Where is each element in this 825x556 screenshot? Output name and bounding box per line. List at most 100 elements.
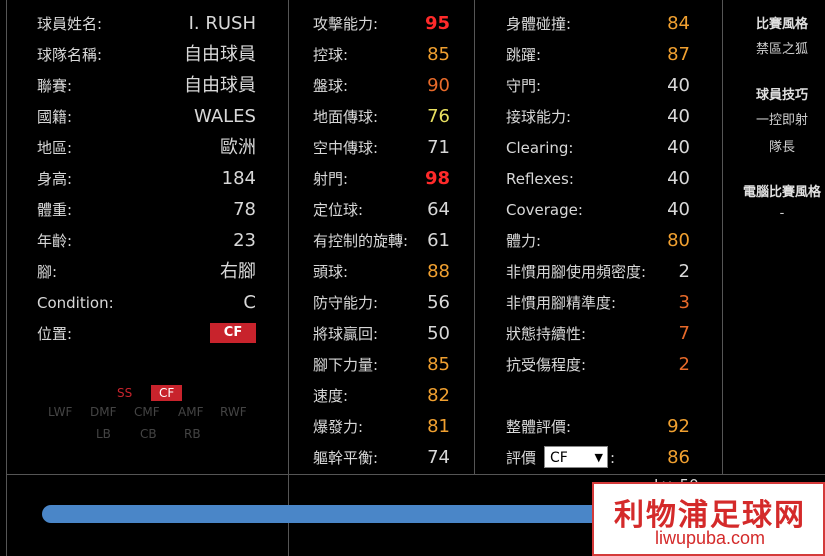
profile-value: 23 [233, 230, 256, 251]
stat-value: 40 [667, 168, 690, 189]
watermark-url: liwupuba.com [654, 528, 766, 548]
overall-label: 整體評價: [506, 418, 572, 436]
mini-position: CB [140, 427, 157, 441]
stat-value: 40 [667, 106, 690, 127]
stat-value: 76 [427, 106, 450, 127]
stat-row: 非慣用腳精準度: 3 [506, 292, 690, 314]
stat-label: 速度: [313, 387, 349, 405]
profile-label: 年齡: [37, 232, 73, 250]
watermark-logo: 利物浦足球网 liwupuba.com [592, 482, 825, 556]
stat-label: 非慣用腳使用頻密度: [506, 263, 647, 281]
stat-value: 90 [427, 75, 450, 96]
divider [6, 0, 7, 556]
stat-row: 防守能力: 56 [313, 292, 450, 314]
stat-label: 防守能力: [313, 294, 379, 312]
stat-value: 85 [427, 44, 450, 65]
stat-row: 非慣用腳使用頻密度: 2 [506, 261, 690, 283]
stat-row: 爆發力: 81 [313, 416, 450, 438]
profile-label: 地區: [37, 139, 73, 157]
stat-row: 攻擊能力: 95 [313, 13, 450, 35]
stat-label: 盤球: [313, 77, 349, 95]
stat-row: 盤球: 90 [313, 75, 450, 97]
position-badge: CF [210, 323, 256, 343]
stat-row: 接球能力: 40 [506, 106, 690, 128]
stat-label: 攻擊能力: [313, 15, 379, 33]
stat-value: 3 [678, 292, 690, 313]
profile-row: Condition: C [37, 292, 256, 314]
profile-label: 國籍: [37, 108, 73, 126]
stat-value: 71 [427, 137, 450, 158]
profile-value: C [243, 292, 256, 313]
stat-label: Clearing: [506, 139, 574, 157]
stat-value: 95 [424, 13, 450, 34]
stat-label: 將球贏回: [313, 325, 379, 343]
stat-value: 50 [427, 323, 450, 344]
stat-label: 軀幹平衡: [313, 449, 379, 467]
profile-label: 球隊名稱: [37, 46, 103, 64]
stat-row: 狀態持續性: 7 [506, 323, 690, 345]
profile-row: 聯賽: 自由球員 [37, 75, 256, 97]
divider [288, 0, 289, 474]
stat-value: 56 [427, 292, 450, 313]
profile-label: 球員姓名: [37, 15, 103, 33]
stat-row: 空中傳球: 71 [313, 137, 450, 159]
rating-position-select[interactable]: CF ▼ [544, 446, 608, 468]
mini-position: CMF [134, 405, 160, 419]
stat-row: 速度: 82 [313, 385, 450, 407]
mini-position: DMF [90, 405, 117, 419]
stat-row: 定位球: 64 [313, 199, 450, 221]
mini-position-ss: SS [117, 386, 133, 400]
profile-row: 身高: 184 [37, 168, 256, 190]
stat-label: 守門: [506, 77, 542, 95]
profile-label: Condition: [37, 294, 114, 312]
stat-label: 身體碰撞: [506, 15, 572, 33]
mini-position: LB [96, 427, 111, 441]
position-label: 位置: [37, 325, 73, 343]
stat-row: 控球: 85 [313, 44, 450, 66]
stat-row: Reflexes: 40 [506, 168, 690, 190]
profile-value: 自由球員 [184, 44, 256, 65]
profile-value: 自由球員 [184, 75, 256, 96]
level-progress-bar [42, 505, 662, 523]
profile-row: 球隊名稱: 自由球員 [37, 44, 256, 66]
stat-value: 40 [667, 75, 690, 96]
stat-label: 腳下力量: [313, 356, 379, 374]
rating-colon: : [610, 449, 616, 467]
stat-label: 非慣用腳精準度: [506, 294, 617, 312]
stat-row: 將球贏回: 50 [313, 323, 450, 345]
profile-row: 體重: 78 [37, 199, 256, 221]
stat-value: 61 [427, 230, 450, 251]
stat-label: 體力: [506, 232, 542, 250]
stat-label: Coverage: [506, 201, 583, 219]
stat-row: 腳下力量: 85 [313, 354, 450, 376]
profile-label: 腳: [37, 263, 58, 281]
divider [474, 0, 475, 474]
stat-label: 控球: [313, 46, 349, 64]
profile-label: 體重: [37, 201, 73, 219]
profile-value: I. RUSH [188, 13, 256, 34]
divider [6, 474, 825, 475]
skill-item: 隊長 [768, 140, 795, 155]
profile-row: 腳: 右腳 [37, 261, 256, 283]
stat-row: 頭球: 88 [313, 261, 450, 283]
profile-value: WALES [194, 106, 256, 127]
stat-value: 2 [678, 261, 690, 282]
stat-value: 7 [678, 323, 690, 344]
stat-row: 有控制的旋轉: 61 [313, 230, 450, 252]
rating-select-value: CF [550, 450, 568, 466]
stat-value: 82 [427, 385, 450, 406]
profile-row: 年齡: 23 [37, 230, 256, 252]
stat-value: 88 [427, 261, 450, 282]
ai-style-title: 電腦比賽風格 [742, 185, 821, 200]
stat-value: 74 [427, 447, 450, 468]
overall-row: 整體評價: 92 [506, 416, 690, 438]
stat-label: 有控制的旋轉: [313, 232, 409, 250]
mini-position: RB [184, 427, 201, 441]
profile-row: 國籍: WALES [37, 106, 256, 128]
skills-title: 球員技巧 [755, 88, 808, 103]
rating-value: 86 [667, 447, 690, 468]
stat-value: 87 [667, 44, 690, 65]
stat-value: 85 [427, 354, 450, 375]
stat-row: Clearing: 40 [506, 137, 690, 159]
stat-row: 軀幹平衡: 74 [313, 447, 450, 469]
